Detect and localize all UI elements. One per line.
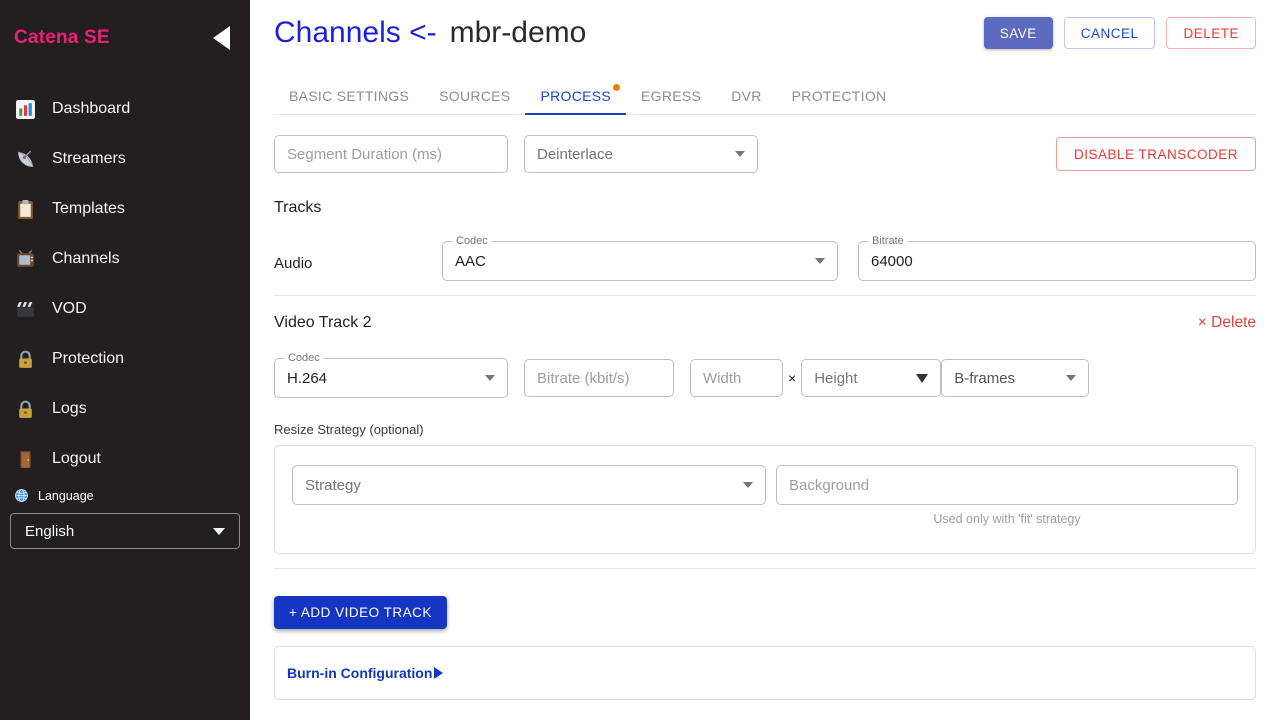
language-section: Language English (0, 488, 250, 549)
tab-process[interactable]: PROCESS (525, 78, 626, 114)
sidebar-item-channels[interactable]: Channels (0, 234, 250, 284)
language-select[interactable]: English (10, 513, 240, 549)
sidebar-item-streamers[interactable]: Streamers (0, 134, 250, 184)
sidebar-item-label: Dashboard (52, 100, 130, 118)
audio-track-row: Audio Codec AAC Bitrate (274, 241, 1256, 281)
sidebar-item-templates[interactable]: Templates (0, 184, 250, 234)
bar-chart-icon (14, 98, 36, 120)
door-icon (14, 448, 36, 470)
satellite-dish-icon (14, 148, 36, 170)
video-bframes-placeholder: B-frames (954, 370, 1015, 387)
transcoder-settings-row: Deinterlace DISABLE TRANSCODER (274, 135, 1256, 173)
tab-protection[interactable]: PROTECTION (777, 78, 902, 114)
strategy-placeholder: Strategy (305, 477, 361, 494)
language-label: Language (38, 489, 94, 503)
video-codec-value: H.264 (287, 370, 327, 387)
main-content: Channels <- mbr-demo SAVE CANCEL DELETE … (250, 0, 1280, 720)
audio-bitrate-field: Bitrate (858, 241, 1256, 281)
page-title: Channels <- mbr-demo (274, 16, 586, 50)
sidebar-item-label: Channels (52, 250, 120, 268)
tv-icon (14, 248, 36, 270)
audio-bitrate-input[interactable] (871, 253, 1243, 270)
header-actions: SAVE CANCEL DELETE (984, 17, 1256, 49)
video-track-fields-row: Codec H.264 × Height B-frames (274, 358, 1256, 398)
video-track-heading: Video Track 2 (274, 314, 372, 332)
sidebar-item-vod[interactable]: VOD (0, 284, 250, 334)
background-input[interactable] (776, 465, 1238, 505)
lock-icon (14, 398, 36, 420)
deinterlace-select[interactable]: Deinterlace (524, 135, 758, 173)
language-selected-value: English (25, 523, 74, 540)
delete-video-track-link[interactable]: × Delete (1198, 314, 1256, 332)
unsaved-changes-badge (613, 84, 620, 91)
chevron-down-icon (1066, 375, 1076, 381)
chevron-down-icon (213, 528, 225, 535)
divider (274, 295, 1256, 296)
sidebar-nav: Dashboard Streamers Templates Channels V… (0, 84, 250, 484)
sidebar-item-label: Logs (52, 400, 87, 418)
sidebar-header: Catena SE (0, 0, 250, 74)
sidebar-collapse-icon[interactable] (213, 26, 230, 50)
audio-row-label: Audio (274, 255, 442, 281)
audio-codec-select[interactable]: Codec AAC (442, 241, 838, 281)
video-height-select[interactable]: Height (801, 359, 941, 397)
segment-duration-input[interactable] (274, 135, 508, 173)
video-height-placeholder: Height (814, 370, 857, 387)
add-video-track-button[interactable]: + ADD VIDEO TRACK (274, 596, 447, 629)
tab-dvr[interactable]: DVR (716, 78, 776, 114)
breadcrumb-channels-link[interactable]: Channels <- (274, 16, 437, 50)
tab-egress[interactable]: EGRESS (626, 78, 716, 114)
tracks-heading: Tracks (274, 199, 1256, 217)
sidebar: Catena SE Dashboard Streamers Templates (0, 0, 250, 720)
video-codec-field-label: Codec (284, 352, 324, 365)
chevron-down-icon (735, 151, 745, 157)
brand-logo: Catena SE (14, 27, 110, 49)
deinterlace-placeholder: Deinterlace (537, 146, 613, 163)
globe-icon (14, 488, 29, 503)
divider (274, 568, 1256, 569)
expand-arrow-icon (434, 667, 443, 679)
resize-strategy-heading: Resize Strategy (optional) (274, 422, 1256, 437)
tab-basic-settings[interactable]: BASIC SETTINGS (274, 78, 424, 114)
channel-name: mbr-demo (450, 16, 587, 50)
tab-bar: BASIC SETTINGS SOURCES PROCESS EGRESS DV… (274, 78, 1256, 115)
burn-in-configuration-label: Burn-in Configuration (287, 665, 432, 681)
sidebar-item-label: VOD (52, 300, 87, 318)
page-header: Channels <- mbr-demo SAVE CANCEL DELETE (274, 16, 1256, 50)
sidebar-item-logs[interactable]: Logs (0, 384, 250, 434)
video-bitrate-input[interactable] (524, 359, 674, 397)
audio-codec-value: AAC (455, 253, 486, 270)
burn-in-configuration-expander[interactable]: Burn-in Configuration (274, 646, 1256, 700)
lock-icon (14, 348, 36, 370)
chevron-down-icon (815, 258, 825, 264)
sidebar-item-label: Protection (52, 350, 124, 368)
video-track-header: Video Track 2 × Delete (274, 314, 1256, 332)
chevron-down-icon (485, 375, 495, 381)
delete-button[interactable]: DELETE (1166, 17, 1256, 49)
tab-process-label: PROCESS (540, 88, 611, 104)
clipboard-icon (14, 198, 36, 220)
sidebar-item-label: Templates (52, 200, 125, 218)
chevron-down-icon (743, 482, 753, 488)
sidebar-item-protection[interactable]: Protection (0, 334, 250, 384)
audio-codec-field-label: Codec (452, 235, 492, 248)
sidebar-item-label: Streamers (52, 150, 126, 168)
tab-sources[interactable]: SOURCES (424, 78, 525, 114)
sidebar-item-logout[interactable]: Logout (0, 434, 250, 484)
video-bframes-select[interactable]: B-frames (941, 359, 1089, 397)
sidebar-item-label: Logout (52, 450, 101, 468)
sidebar-item-dashboard[interactable]: Dashboard (0, 84, 250, 134)
strategy-select[interactable]: Strategy (292, 465, 766, 505)
audio-bitrate-field-label: Bitrate (868, 235, 908, 248)
clapperboard-icon (14, 298, 36, 320)
video-width-input[interactable] (690, 359, 783, 397)
video-codec-select[interactable]: Codec H.264 (274, 358, 508, 398)
resize-strategy-panel: Strategy Used only with 'fit' strategy (274, 445, 1256, 554)
dimension-separator: × (788, 370, 796, 386)
disable-transcoder-button[interactable]: DISABLE TRANSCODER (1056, 137, 1256, 171)
background-helper-text: Used only with 'fit' strategy (776, 512, 1238, 526)
chevron-down-icon (916, 374, 928, 383)
save-button[interactable]: SAVE (984, 17, 1053, 49)
cancel-button[interactable]: CANCEL (1064, 17, 1156, 49)
